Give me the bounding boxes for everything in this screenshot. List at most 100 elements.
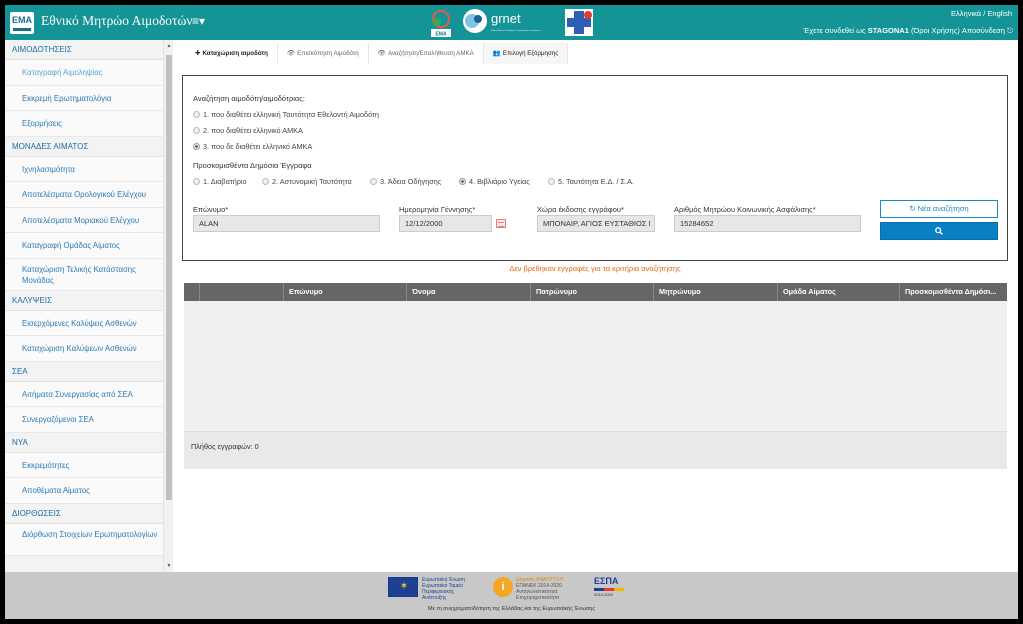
amka-field[interactable]: 15284652 <box>674 215 861 232</box>
tab-label: Επισκόπηση Αιμοδότη <box>297 50 359 57</box>
radio-option-amka[interactable]: 2. που διαθέτει ελληνικό ΑΜΚΑ <box>193 126 303 135</box>
cofunding-note: Με τη συγχρηματοδότηση της Ελλάδας και τ… <box>427 606 595 612</box>
hamburger-menu-icon[interactable]: ≡▾ <box>192 14 205 28</box>
radio-doc-military-id[interactable]: 5. Ταυτότητα Ε.Δ. / Σ.Α. <box>548 177 634 186</box>
tab-bar: ✚ Καταχώριση αιμοδότη 👁 Επισκόπηση Αιμοδότ… <box>186 43 569 64</box>
radio-label: 5. Ταυτότητα Ε.Δ. / Σ.Α. <box>558 177 634 186</box>
new-search-button[interactable]: ↻ Νέα αναζήτηση <box>880 200 998 218</box>
radio-button[interactable] <box>193 127 200 134</box>
sidebar-item-blood-stock[interactable]: Αποθέματα Αίματος <box>5 478 173 504</box>
partner-logos: ΕΜΑ grnet Εθνικό Δίκτυο Υποδομών Τεχνολο… <box>431 9 593 38</box>
eye-icon: 👁 <box>377 50 386 57</box>
radio-option-no-amka[interactable]: 3. που δε διαθέτει ελληνικό ΑΜΚΑ <box>193 142 312 151</box>
tab-label: Αναζήτηση/Επαλήθευση ΑΜΚΑ <box>387 50 474 57</box>
terms-link[interactable]: (Όροι Χρήσης) <box>911 26 960 35</box>
scroll-up-icon[interactable]: ▲ <box>166 42 172 50</box>
column-header-name[interactable]: Όνομα <box>407 283 531 301</box>
amka-label: Αριθμός Μητρώου Κοινωνικής Ασφάλισης* <box>674 205 816 214</box>
footer: ✶ Ευρωπαϊκή Ένωση Ευρωπαϊκό Ταμείο Περιφ… <box>5 572 1018 619</box>
login-prefix: Έχετε συνδεθεί ως <box>803 26 866 35</box>
sidebar-item-final-status[interactable]: Καταχώριση Τελικής Κατάστασης Μονάδας <box>5 258 173 291</box>
search-icon <box>935 227 943 235</box>
radio-label: 4. Βιβλιάριο Υγείας <box>469 177 530 186</box>
sidebar-section-title: ΔΙΟΡΘΩΣΕΙΣ <box>5 503 173 524</box>
sidebar-item-coverage-entry[interactable]: Καταχώριση Καλύψεων Ασθενών <box>5 336 173 362</box>
sidebar-item-pending-questionnaires[interactable]: Εκκρεμή Ερωτηματολόγια <box>5 85 173 111</box>
radio-button[interactable] <box>193 111 200 118</box>
results-table: Επώνυμο Όνομα Πατρώνυμο Μητρώνυμο Ομάδα … <box>184 283 1007 469</box>
table-header: Επώνυμο Όνομα Πατρώνυμο Μητρώνυμο Ομάδα … <box>184 283 1007 301</box>
radio-button-checked[interactable] <box>459 178 466 185</box>
column-header-select[interactable] <box>184 283 200 301</box>
lang-greek[interactable]: Ελληνικά <box>951 9 981 18</box>
column-header-documents[interactable]: Προσκομισθέντα Δημόσι... <box>900 283 1007 301</box>
radio-label: 3. Άδεια Οδήγησης <box>380 177 442 186</box>
no-results-message: Δεν βρέθηκαν εγγραφές για τα κριτήρια αν… <box>509 264 681 273</box>
radio-label: 2. Αστυνομική Ταυτότητα <box>272 177 352 186</box>
column-header-surname[interactable]: Επώνυμο <box>284 283 407 301</box>
lang-separator: / <box>983 9 986 18</box>
sidebar-item-traceability[interactable]: Ιχνηλασιμότητα <box>5 156 173 182</box>
sidebar-item-serology-results[interactable]: Αποτελέσματα Ορολογικού Ελέγχου <box>5 182 173 208</box>
radio-doc-driving-license[interactable]: 3. Άδεια Οδήγησης <box>370 177 441 186</box>
sidebar-section-title: ΝΥΑ <box>5 432 173 453</box>
radio-doc-health-book[interactable]: 4. Βιβλιάριο Υγείας <box>459 177 530 186</box>
tab-amka-search[interactable]: 👁 Αναζήτηση/Επαλήθευση ΑΜΚΑ <box>368 43 484 64</box>
app-title[interactable]: Εθνικό Μητρώο Αιμοδοτών <box>41 13 192 29</box>
sidebar-item-sea-requests[interactable]: Αιτήματα Συνεργασίας από ΣΕΑ <box>5 381 173 407</box>
users-icon: 👥 <box>492 50 501 57</box>
dob-label: Ημερομηνία Γέννησης* <box>399 205 476 214</box>
tab-label: Επιλογή Εξόρμησης <box>502 50 559 57</box>
radio-button[interactable] <box>262 178 269 185</box>
radio-doc-police-id[interactable]: 2. Αστυνομική Ταυτότητα <box>262 177 352 186</box>
sidebar: ΑΙΜΟΔΟΤΗΣΕΙΣ Καταγραφή Αιμοληψίας Εκκρεμ… <box>5 40 173 572</box>
dob-field[interactable]: 12/12/2000 <box>399 215 492 232</box>
calendar-icon[interactable] <box>496 219 506 228</box>
search-button[interactable] <box>880 222 998 240</box>
top-header: ΕΜΑ Εθνικό Μητρώο Αιμοδοτών ≡▾ ΕΜΑ grnet… <box>5 5 1018 40</box>
search-title: Αναζήτηση αιμοδότη/αιμοδότριας: <box>193 94 305 103</box>
column-header-mother-name[interactable]: Μητρώνυμο <box>654 283 778 301</box>
sidebar-item-molecular-results[interactable]: Αποτελέσματα Μοριακού Ελέγχου <box>5 207 173 233</box>
radio-button[interactable] <box>193 178 200 185</box>
sidebar-item-sea-partners[interactable]: Συνεργαζόμενοι ΣΕΑ <box>5 407 173 433</box>
sidebar-item-questionnaire-correction[interactable]: Διόρθωση Στοιχείων Ερωτηματολογίων <box>5 523 173 556</box>
scroll-thumb[interactable] <box>166 55 172 500</box>
surname-field[interactable]: ALAN <box>193 215 380 232</box>
column-header-father-name[interactable]: Πατρώνυμο <box>531 283 654 301</box>
espa-logo: ΕΣΠΑ 2014-2020 <box>594 576 634 598</box>
sidebar-item-pending[interactable]: Εκκρεμότητες <box>5 452 173 478</box>
column-header-blood-group[interactable]: Ομάδα Αίματος <box>778 283 900 301</box>
country-field[interactable]: ΜΠΟΝΑΙΡ, ΑΓΙΟΣ ΕΥΣΤΑΘΙΟΣ Ι <box>537 215 655 232</box>
radio-button[interactable] <box>370 178 377 185</box>
ema-partner-logo-text: ΕΜΑ <box>435 32 447 38</box>
lang-english[interactable]: English <box>987 9 1012 18</box>
radio-label: 3. που δε διαθέτει ελληνικό ΑΜΚΑ <box>203 142 313 151</box>
sidebar-item-incoming-coverage[interactable]: Εισερχόμενες Καλύψεις Ασθενών <box>5 310 173 336</box>
radio-button[interactable] <box>548 178 555 185</box>
radio-button-checked[interactable] <box>193 143 200 150</box>
language-switcher: Ελληνικά / English <box>951 9 1012 18</box>
grnet-logo-subtitle: Εθνικό Δίκτυο Υποδομών Τεχνολογίας και Έ… <box>491 29 540 32</box>
sidebar-section-title: ΜΟΝΑΔΕΣ ΑΙΜΑΤΟΣ <box>5 136 173 157</box>
tab-donor-overview[interactable]: 👁 Επισκόπηση Αιμοδότη <box>277 43 369 64</box>
eye-icon: 👁 <box>286 50 296 57</box>
eu-flag-icon: ✶ <box>388 577 418 597</box>
radio-option-donor-id[interactable]: 1. που διαθέτει ελληνική Ταυτότητα Εθελο… <box>193 110 379 119</box>
radio-doc-passport[interactable]: 1. Διαβατήριο <box>193 177 247 186</box>
digital-development-logo: i ψηφιακή ΑΝΑΠΤΥΞΗ ΕΠΑΝΕΚ 2014-2020 Αντα… <box>493 576 573 601</box>
ema-logo[interactable]: ΕΜΑ <box>10 12 34 34</box>
tab-select-campaign[interactable]: 👥 Επιλογή Εξόρμησης <box>483 43 569 64</box>
documents-title: Προσκομισθέντα Δημόσια Έγγραφα <box>193 161 312 170</box>
sidebar-scrollbar[interactable]: ▲ ▼ <box>163 40 173 572</box>
sidebar-item-campaigns[interactable]: Εξορμήσεις <box>5 111 173 137</box>
logout-icon[interactable]: ⎋ <box>1007 26 1013 35</box>
sidebar-item-blood-draw[interactable]: Καταγραφή Αιμοληψίας <box>5 60 173 86</box>
surname-label: Επώνυμο* <box>193 205 229 214</box>
radio-label: 1. που διαθέτει ελληνική Ταυτότητα Εθελο… <box>203 110 379 119</box>
scroll-down-icon[interactable]: ▼ <box>166 562 172 570</box>
tab-register-donor[interactable]: ✚ Καταχώριση αιμοδότη <box>186 43 278 64</box>
column-header-actions[interactable] <box>200 283 284 301</box>
sidebar-item-blood-group[interactable]: Καταγραφή Ομάδας Αίματος <box>5 233 173 259</box>
logout-link[interactable]: Αποσύνδεση <box>962 26 1005 35</box>
